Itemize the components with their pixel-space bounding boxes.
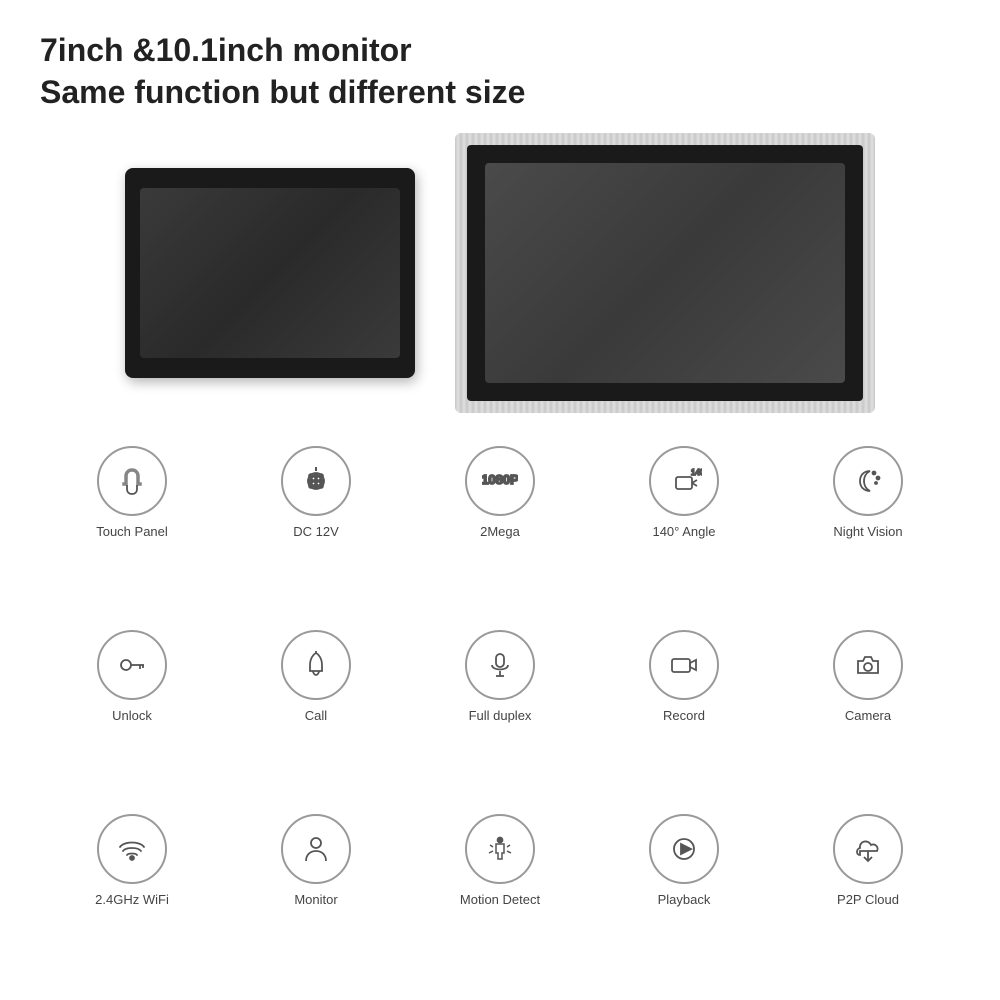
feature-item-2mega: 1080P 2Mega xyxy=(408,438,592,612)
feature-label-night-vision: Night Vision xyxy=(833,524,902,539)
feature-item-touch-panel: Touch Panel xyxy=(40,438,224,612)
feature-item-call: Call xyxy=(224,622,408,796)
feature-label-p2p-cloud: P2P Cloud xyxy=(837,892,899,907)
feature-label-playback: Playback xyxy=(658,892,711,907)
feature-item-wifi: 2.4GHz WiFi xyxy=(40,806,224,980)
feature-item-p2p-cloud: P2P Cloud xyxy=(776,806,960,980)
monitors-section xyxy=(40,133,960,413)
feature-label-2mega: 2Mega xyxy=(480,524,520,539)
monitor-small-screen xyxy=(140,188,400,358)
call-icon xyxy=(281,630,351,700)
record-icon xyxy=(649,630,719,700)
feature-item-140-angle: 140° 140° Angle xyxy=(592,438,776,612)
feature-item-monitor: Monitor xyxy=(224,806,408,980)
wifi-icon xyxy=(97,814,167,884)
page-title: 7inch &10.1inch monitor Same function bu… xyxy=(40,30,960,113)
feature-label-140-angle: 140° Angle xyxy=(652,524,715,539)
header: 7inch &10.1inch monitor Same function bu… xyxy=(40,30,960,113)
p2p-cloud-icon xyxy=(833,814,903,884)
monitor-icon xyxy=(281,814,351,884)
monitor-large-inner xyxy=(467,145,863,401)
2mega-icon: 1080P xyxy=(465,446,535,516)
140-angle-icon: 140° xyxy=(649,446,719,516)
svg-text:140°: 140° xyxy=(691,468,702,477)
playback-icon xyxy=(649,814,719,884)
unlock-icon xyxy=(97,630,167,700)
feature-item-camera: Camera xyxy=(776,622,960,796)
night-vision-icon xyxy=(833,446,903,516)
dc-12v-icon xyxy=(281,446,351,516)
feature-item-motion-detect: Motion Detect xyxy=(408,806,592,980)
feature-label-unlock: Unlock xyxy=(112,708,152,723)
monitor-large-screen xyxy=(485,163,845,383)
full-duplex-icon xyxy=(465,630,535,700)
monitor-large xyxy=(455,133,875,413)
feature-item-night-vision: Night Vision xyxy=(776,438,960,612)
monitor-large-frame xyxy=(455,133,875,413)
monitor-small xyxy=(125,168,415,378)
feature-item-playback: Playback xyxy=(592,806,776,980)
svg-text:1080P: 1080P xyxy=(482,472,518,487)
feature-item-full-duplex: Full duplex xyxy=(408,622,592,796)
touch-panel-icon xyxy=(97,446,167,516)
feature-label-wifi: 2.4GHz WiFi xyxy=(95,892,169,907)
feature-label-dc-12v: DC 12V xyxy=(293,524,339,539)
page: 7inch &10.1inch monitor Same function bu… xyxy=(0,0,1000,1000)
features-grid: Touch Panel DC 12V 1080P 2Mega 140° 140° A… xyxy=(40,438,960,980)
camera-icon xyxy=(833,630,903,700)
feature-item-unlock: Unlock xyxy=(40,622,224,796)
feature-label-monitor: Monitor xyxy=(294,892,337,907)
feature-label-full-duplex: Full duplex xyxy=(469,708,532,723)
feature-label-touch-panel: Touch Panel xyxy=(96,524,168,539)
feature-label-call: Call xyxy=(305,708,327,723)
feature-label-motion-detect: Motion Detect xyxy=(460,892,540,907)
feature-item-record: Record xyxy=(592,622,776,796)
feature-label-record: Record xyxy=(663,708,705,723)
motion-detect-icon xyxy=(465,814,535,884)
feature-item-dc-12v: DC 12V xyxy=(224,438,408,612)
feature-label-camera: Camera xyxy=(845,708,891,723)
